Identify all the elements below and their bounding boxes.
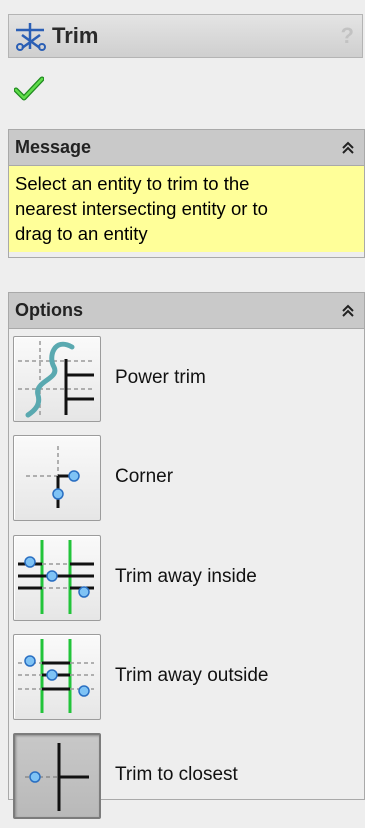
- property-manager-header: Trim ?: [8, 14, 363, 58]
- message-text: Select an entity to trim to the nearest …: [9, 166, 364, 252]
- corner-icon: [26, 446, 80, 508]
- option-power-trim[interactable]: Power trim: [13, 336, 353, 424]
- option-label: Power trim: [115, 367, 206, 388]
- option-corner[interactable]: Corner: [13, 435, 353, 523]
- option-label: Trim to closest: [115, 764, 238, 785]
- trim-away-inside-button[interactable]: [13, 535, 101, 621]
- option-label: Corner: [115, 466, 174, 487]
- ok-checkmark-icon[interactable]: [14, 76, 44, 102]
- property-manager-panel: Trim ? Message Select an entity to trim …: [0, 0, 365, 828]
- option-label: Trim away outside: [115, 665, 269, 686]
- trim-scissors-icon: [16, 23, 46, 51]
- trim-away-outside-button[interactable]: [13, 634, 101, 720]
- option-label: Trim away inside: [115, 566, 257, 587]
- collapse-chevron-icon[interactable]: [340, 303, 356, 319]
- message-group-title: Message: [15, 137, 92, 157]
- message-line: nearest intersecting entity or to: [15, 198, 268, 219]
- trim-to-closest-button[interactable]: [13, 733, 101, 819]
- trim-to-closest-icon: [25, 743, 89, 811]
- page-title: Trim: [52, 23, 99, 48]
- help-icon[interactable]: ?: [341, 23, 354, 49]
- options-group-title: Options: [15, 300, 83, 320]
- option-trim-away-inside[interactable]: Trim away inside: [13, 535, 353, 623]
- corner-button[interactable]: [13, 435, 101, 521]
- message-group: Message Select an entity to trim to the …: [8, 129, 365, 258]
- message-group-header[interactable]: Message: [9, 130, 364, 166]
- message-line: Select an entity to trim to the: [15, 173, 250, 194]
- power-trim-button[interactable]: [13, 336, 101, 422]
- trim-away-inside-icon: [18, 540, 94, 614]
- option-trim-away-outside[interactable]: Trim away outside: [13, 634, 353, 722]
- power-trim-icon: [18, 341, 94, 418]
- options-group: Options Power trim Corner Trim away insi…: [8, 292, 365, 819]
- trim-away-outside-icon: [18, 639, 94, 713]
- option-trim-to-closest[interactable]: Trim to closest: [13, 733, 353, 821]
- message-line: drag to an entity: [15, 223, 148, 244]
- collapse-chevron-icon[interactable]: [340, 140, 356, 156]
- options-group-header[interactable]: Options: [9, 293, 364, 329]
